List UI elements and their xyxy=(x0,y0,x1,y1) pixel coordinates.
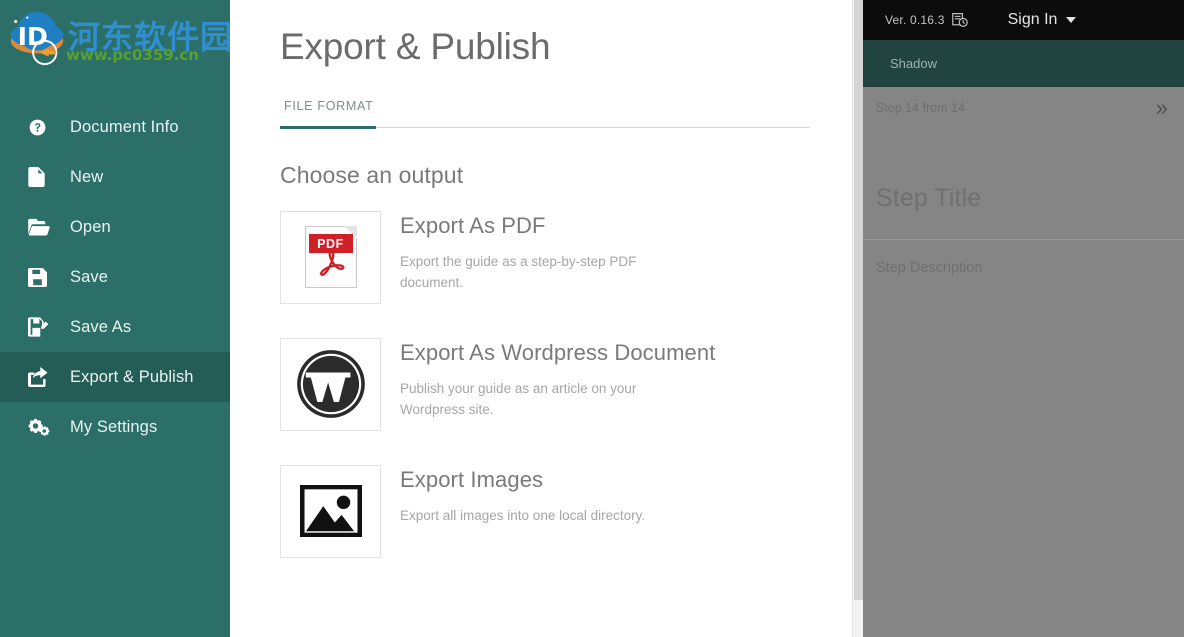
option-description: Publish your guide as an article on your… xyxy=(400,380,637,417)
sidebar-item-label: Save xyxy=(70,267,109,286)
output-options-list: PDF Export As PDF Export the guide as a … xyxy=(280,210,863,558)
sidebar-item-label: Open xyxy=(70,217,111,236)
chevron-down-icon xyxy=(1066,17,1077,23)
folder-open-icon xyxy=(28,218,58,236)
option-description: Export all images into one local directo… xyxy=(400,507,646,523)
main-scrollbar-thumb[interactable] xyxy=(854,0,863,600)
acrobat-glyph xyxy=(319,250,344,276)
option-export-as-pdf[interactable]: PDF Export As PDF Export the guide as a … xyxy=(280,210,863,304)
step-description-field[interactable]: Step Description xyxy=(863,260,1184,276)
sidebar: ID 河东软件园 www.pc0359.cn Document Info New… xyxy=(0,0,230,637)
app-window: ID 河东软件园 www.pc0359.cn Document Info New… xyxy=(0,0,1184,637)
tab-bar: FILE FORMAT xyxy=(280,99,810,129)
option-export-images[interactable]: Export Images Export all images into one… xyxy=(280,464,863,558)
version-info: Ver. 0.16.3 xyxy=(885,12,968,28)
pdf-file-icon: PDF xyxy=(304,226,357,289)
sidebar-nav: Document Info New Open Save Save As Expo… xyxy=(0,102,230,452)
option-title: Export As Wordpress Document xyxy=(400,339,716,365)
right-panel: Ver. 0.16.3 Sign In Shadow Step 14 from … xyxy=(863,0,1184,637)
step-counter: Step 14 from 14 xyxy=(876,101,965,115)
option-thumbnail xyxy=(280,464,381,558)
gears-icon xyxy=(28,417,58,437)
sidebar-item-label: Export & Publish xyxy=(70,367,194,386)
version-label: Ver. 0.16.3 xyxy=(885,13,945,27)
tab-file-format[interactable]: FILE FORMAT xyxy=(280,99,376,129)
brand-watermark: ID 河东软件园 www.pc0359.cn xyxy=(0,0,230,96)
image-icon xyxy=(299,485,362,538)
sidebar-item-label: Document Info xyxy=(70,117,179,136)
option-description: Export the guide as a step-by-step PDF d… xyxy=(400,253,637,290)
floppy-disk-icon xyxy=(28,267,58,287)
option-text: Export Images Export all images into one… xyxy=(381,465,645,527)
globe-arrow-logo: ID xyxy=(10,11,64,66)
double-chevron-right-icon[interactable]: » xyxy=(1156,97,1170,119)
sidebar-item-export-publish[interactable]: Export & Publish xyxy=(0,352,230,402)
sidebar-item-document-info[interactable]: Document Info xyxy=(0,102,230,152)
main-content: Export & Publish FILE FORMAT Choose an o… xyxy=(230,0,863,637)
section-title: Choose an output xyxy=(280,161,464,188)
option-thumbnail xyxy=(280,337,381,431)
sign-in-label: Sign In xyxy=(1007,11,1058,28)
sidebar-item-label: New xyxy=(70,167,104,186)
wordpress-icon xyxy=(296,350,365,418)
step-title-field[interactable]: Step Title xyxy=(863,184,1184,213)
sidebar-item-new[interactable]: New xyxy=(0,152,230,202)
svg-text:ID: ID xyxy=(18,22,48,51)
sidebar-item-my-settings[interactable]: My Settings xyxy=(0,402,230,452)
main-inner: Export & Publish FILE FORMAT Choose an o… xyxy=(230,0,863,558)
shadow-label: Shadow xyxy=(890,56,937,71)
option-text: Export As PDF Export the guide as a step… xyxy=(381,211,660,294)
question-circle-icon xyxy=(28,118,58,137)
right-panel-topbar: Ver. 0.16.3 Sign In xyxy=(863,0,1184,40)
option-thumbnail: PDF xyxy=(280,210,381,304)
document-icon xyxy=(28,167,58,187)
brand-url: www.pc0359.cn xyxy=(66,46,199,64)
page-title: Export & Publish xyxy=(280,26,551,67)
panel-divider xyxy=(863,239,1184,240)
option-text: Export As Wordpress Document Publish you… xyxy=(381,338,715,421)
share-export-icon xyxy=(28,367,58,387)
option-title: Export As PDF xyxy=(400,212,546,238)
option-title: Export Images xyxy=(400,466,544,492)
step-counter-bar: Step 14 from 14 » xyxy=(863,87,1184,129)
sidebar-item-save-as[interactable]: Save As xyxy=(0,302,230,352)
sidebar-item-open[interactable]: Open xyxy=(0,202,230,252)
sidebar-item-label: Save As xyxy=(70,317,132,336)
floppy-disk-pencil-icon xyxy=(28,317,58,337)
version-history-icon[interactable] xyxy=(951,12,968,28)
option-export-as-wordpress[interactable]: Export As Wordpress Document Publish you… xyxy=(280,337,863,431)
shadow-bar: Shadow xyxy=(863,40,1184,87)
sidebar-item-label: My Settings xyxy=(70,417,158,436)
sign-in-button[interactable]: Sign In xyxy=(1008,11,1077,29)
sidebar-item-save[interactable]: Save xyxy=(0,252,230,302)
main-scrollbar[interactable] xyxy=(852,0,863,637)
